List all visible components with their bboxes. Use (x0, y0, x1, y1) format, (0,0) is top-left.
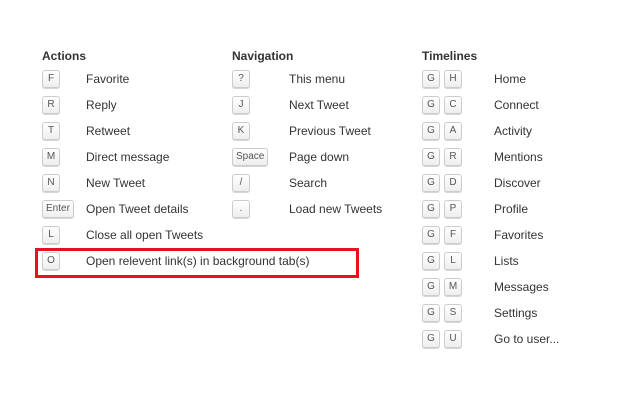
key-t: T (42, 122, 60, 140)
key-g: G (422, 96, 440, 114)
shortcut-row-search: / Search (232, 170, 327, 196)
actions-column: Actions F Favorite R Reply T Retweet M D… (42, 48, 309, 274)
shortcut-label: Messages (494, 280, 549, 294)
shortcut-label: Favorites (494, 228, 544, 242)
shortcut-label: Activity (494, 124, 533, 138)
actions-heading: Actions (42, 49, 87, 63)
shortcut-row-connect: GC Connect (422, 92, 539, 118)
shortcut-row-messages: GM Messages (422, 274, 549, 300)
shortcut-label: New Tweet (86, 176, 146, 190)
navigation-column: Navigation ? This menu J Next Tweet K Pr… (232, 48, 382, 222)
shortcut-label: Profile (494, 202, 529, 216)
shortcut-label: Mentions (494, 150, 543, 164)
key-k: K (232, 122, 250, 140)
shortcut-label: Settings (494, 306, 538, 320)
key-g: G (422, 122, 440, 140)
shortcut-row-mentions: GR Mentions (422, 144, 543, 170)
key-h: H (444, 70, 462, 88)
shortcut-label: Reply (86, 98, 117, 112)
key-r: R (42, 96, 60, 114)
shortcut-label: Close all open Tweets (86, 228, 204, 242)
key-question: ? (232, 70, 250, 88)
highlight-box (35, 248, 359, 278)
shortcut-row-close-all-tweets: L Close all open Tweets (42, 222, 203, 248)
key-u: U (444, 330, 462, 348)
shortcut-label: Home (494, 72, 527, 86)
key-space: Space (232, 148, 269, 166)
shortcut-row-direct-message: M Direct message (42, 144, 169, 170)
shortcut-label: Lists (494, 254, 519, 268)
key-f: F (42, 70, 60, 88)
shortcut-row-next-tweet: J Next Tweet (232, 92, 349, 118)
shortcut-row-retweet: T Retweet (42, 118, 130, 144)
key-slash: / (232, 174, 250, 192)
shortcut-row-open-tweet-details: Enter Open Tweet details (42, 196, 189, 222)
shortcut-row-previous-tweet: K Previous Tweet (232, 118, 371, 144)
key-period: . (232, 200, 250, 218)
key-s: S (444, 304, 462, 322)
shortcut-row-favorites: GF Favorites (422, 222, 543, 248)
shortcut-row-reply: R Reply (42, 92, 117, 118)
key-m: M (444, 278, 462, 296)
shortcut-label: Direct message (86, 150, 170, 164)
shortcut-label: Load new Tweets (289, 202, 383, 216)
shortcut-label: Search (289, 176, 328, 190)
shortcut-label: Retweet (86, 124, 131, 138)
shortcut-row-page-down: Space Page down (232, 144, 349, 170)
shortcut-label: Open Tweet details (86, 202, 189, 216)
shortcut-row-lists: GL Lists (422, 248, 519, 274)
key-g: G (422, 330, 440, 348)
shortcut-row-new-tweet: N New Tweet (42, 170, 145, 196)
key-p: P (444, 200, 462, 218)
shortcut-row-home: GH Home (422, 66, 526, 92)
shortcut-row-profile: GP Profile (422, 196, 528, 222)
key-g: G (422, 252, 440, 270)
timelines-column: Timelines GH Home GC Connect GA Activity… (422, 48, 559, 352)
key-g: G (422, 174, 440, 192)
key-l: L (42, 226, 60, 244)
key-g: G (422, 148, 440, 166)
shortcut-label: Page down (289, 150, 350, 164)
key-a: A (444, 122, 462, 140)
shortcut-row-go-to-user: GU Go to user... (422, 326, 559, 352)
shortcut-row-activity: GA Activity (422, 118, 532, 144)
shortcut-label: Previous Tweet (289, 124, 371, 138)
shortcut-label: Favorite (86, 72, 130, 86)
key-g: G (422, 278, 440, 296)
shortcut-label: Discover (494, 176, 541, 190)
shortcut-row-favorite: F Favorite (42, 66, 129, 92)
key-c: C (444, 96, 462, 114)
shortcut-label: Connect (494, 98, 539, 112)
key-r: R (444, 148, 462, 166)
key-j: J (232, 96, 250, 114)
shortcut-label: This menu (289, 72, 346, 86)
key-d: D (444, 174, 462, 192)
shortcut-label: Go to user... (494, 332, 560, 346)
key-g: G (422, 304, 440, 322)
key-g: G (422, 226, 440, 244)
key-n: N (42, 174, 60, 192)
key-g: G (422, 200, 440, 218)
key-f: F (444, 226, 462, 244)
key-g: G (422, 70, 440, 88)
shortcut-label: Next Tweet (289, 98, 349, 112)
key-m: M (42, 148, 60, 166)
key-l: L (444, 252, 462, 270)
timelines-heading: Timelines (422, 49, 478, 63)
shortcut-row-discover: GD Discover (422, 170, 541, 196)
key-enter: Enter (42, 200, 74, 218)
shortcut-row-load-new-tweets: . Load new Tweets (232, 196, 382, 222)
navigation-heading: Navigation (232, 49, 294, 63)
shortcut-row-settings: GS Settings (422, 300, 537, 326)
shortcut-row-this-menu: ? This menu (232, 66, 345, 92)
